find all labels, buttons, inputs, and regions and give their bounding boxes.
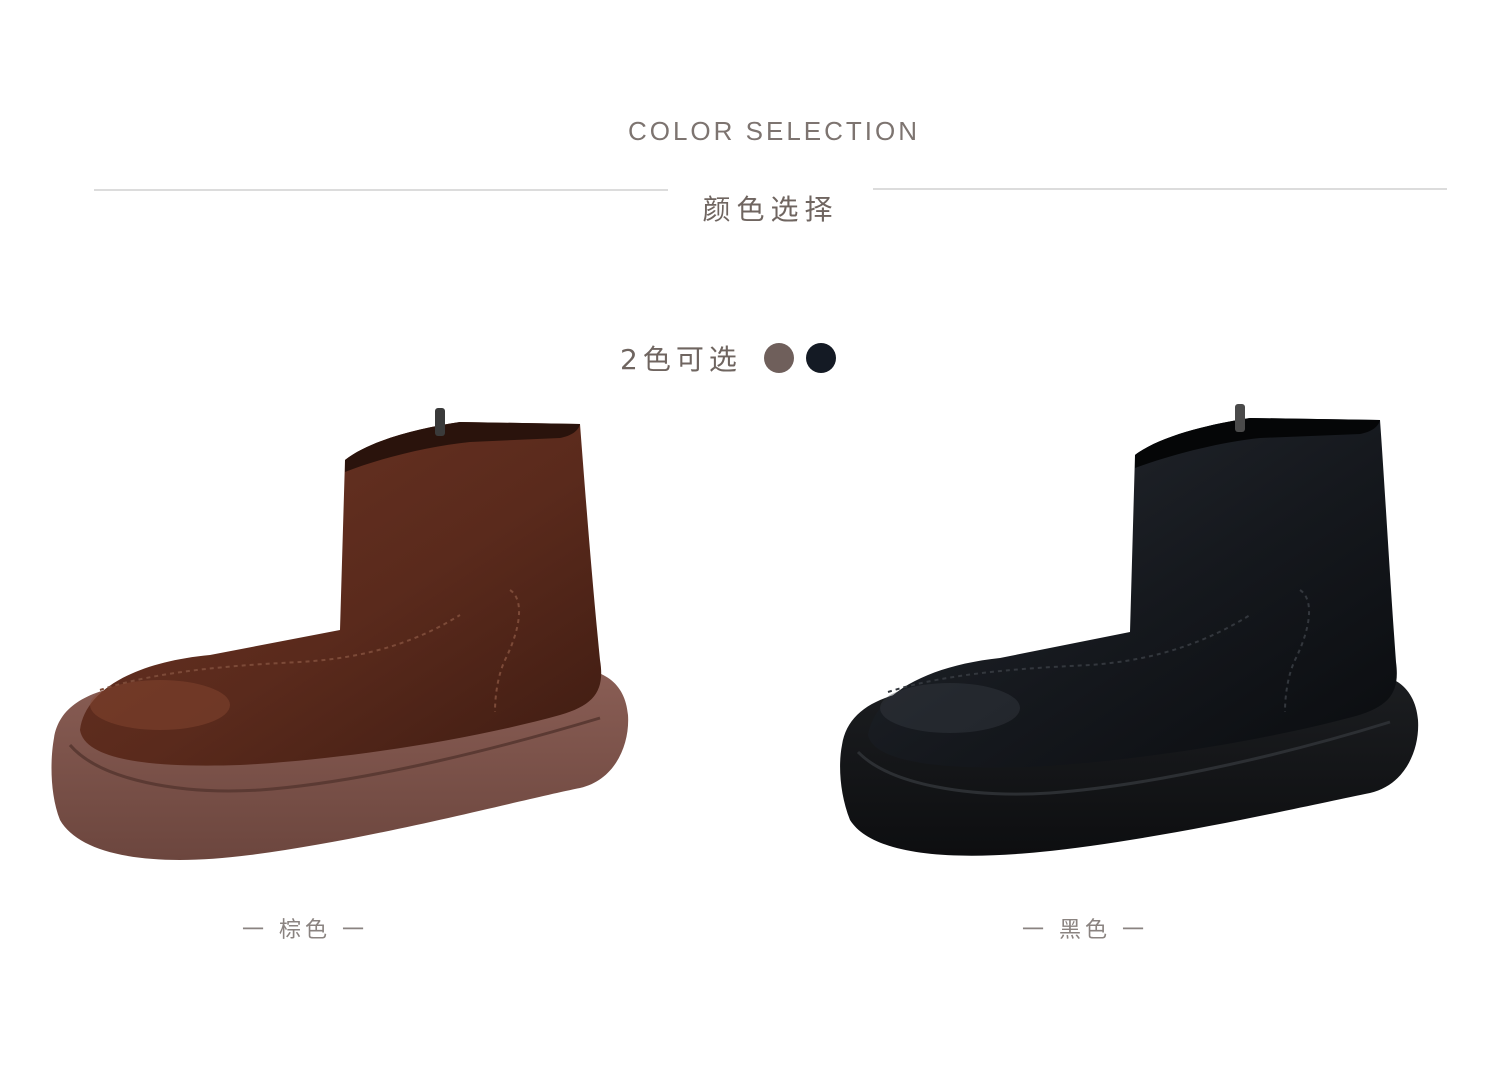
title-cn: 颜色选择: [702, 193, 839, 226]
divider-left: [94, 189, 668, 191]
color-options: 2色可选: [620, 338, 836, 378]
divider-right: [873, 188, 1447, 190]
brown-swatch[interactable]: [763, 343, 794, 373]
color-options-label: 2色可选: [620, 343, 742, 376]
black-boot-image[interactable]: [830, 400, 1440, 880]
brown-boot-image[interactable]: [40, 400, 660, 880]
caption-black: 一 黑色 一: [1022, 918, 1148, 943]
caption-brown: 一 棕色 一: [242, 918, 368, 943]
title-en: COLOR SELECTION: [627, 116, 921, 146]
black-swatch[interactable]: [805, 343, 836, 373]
